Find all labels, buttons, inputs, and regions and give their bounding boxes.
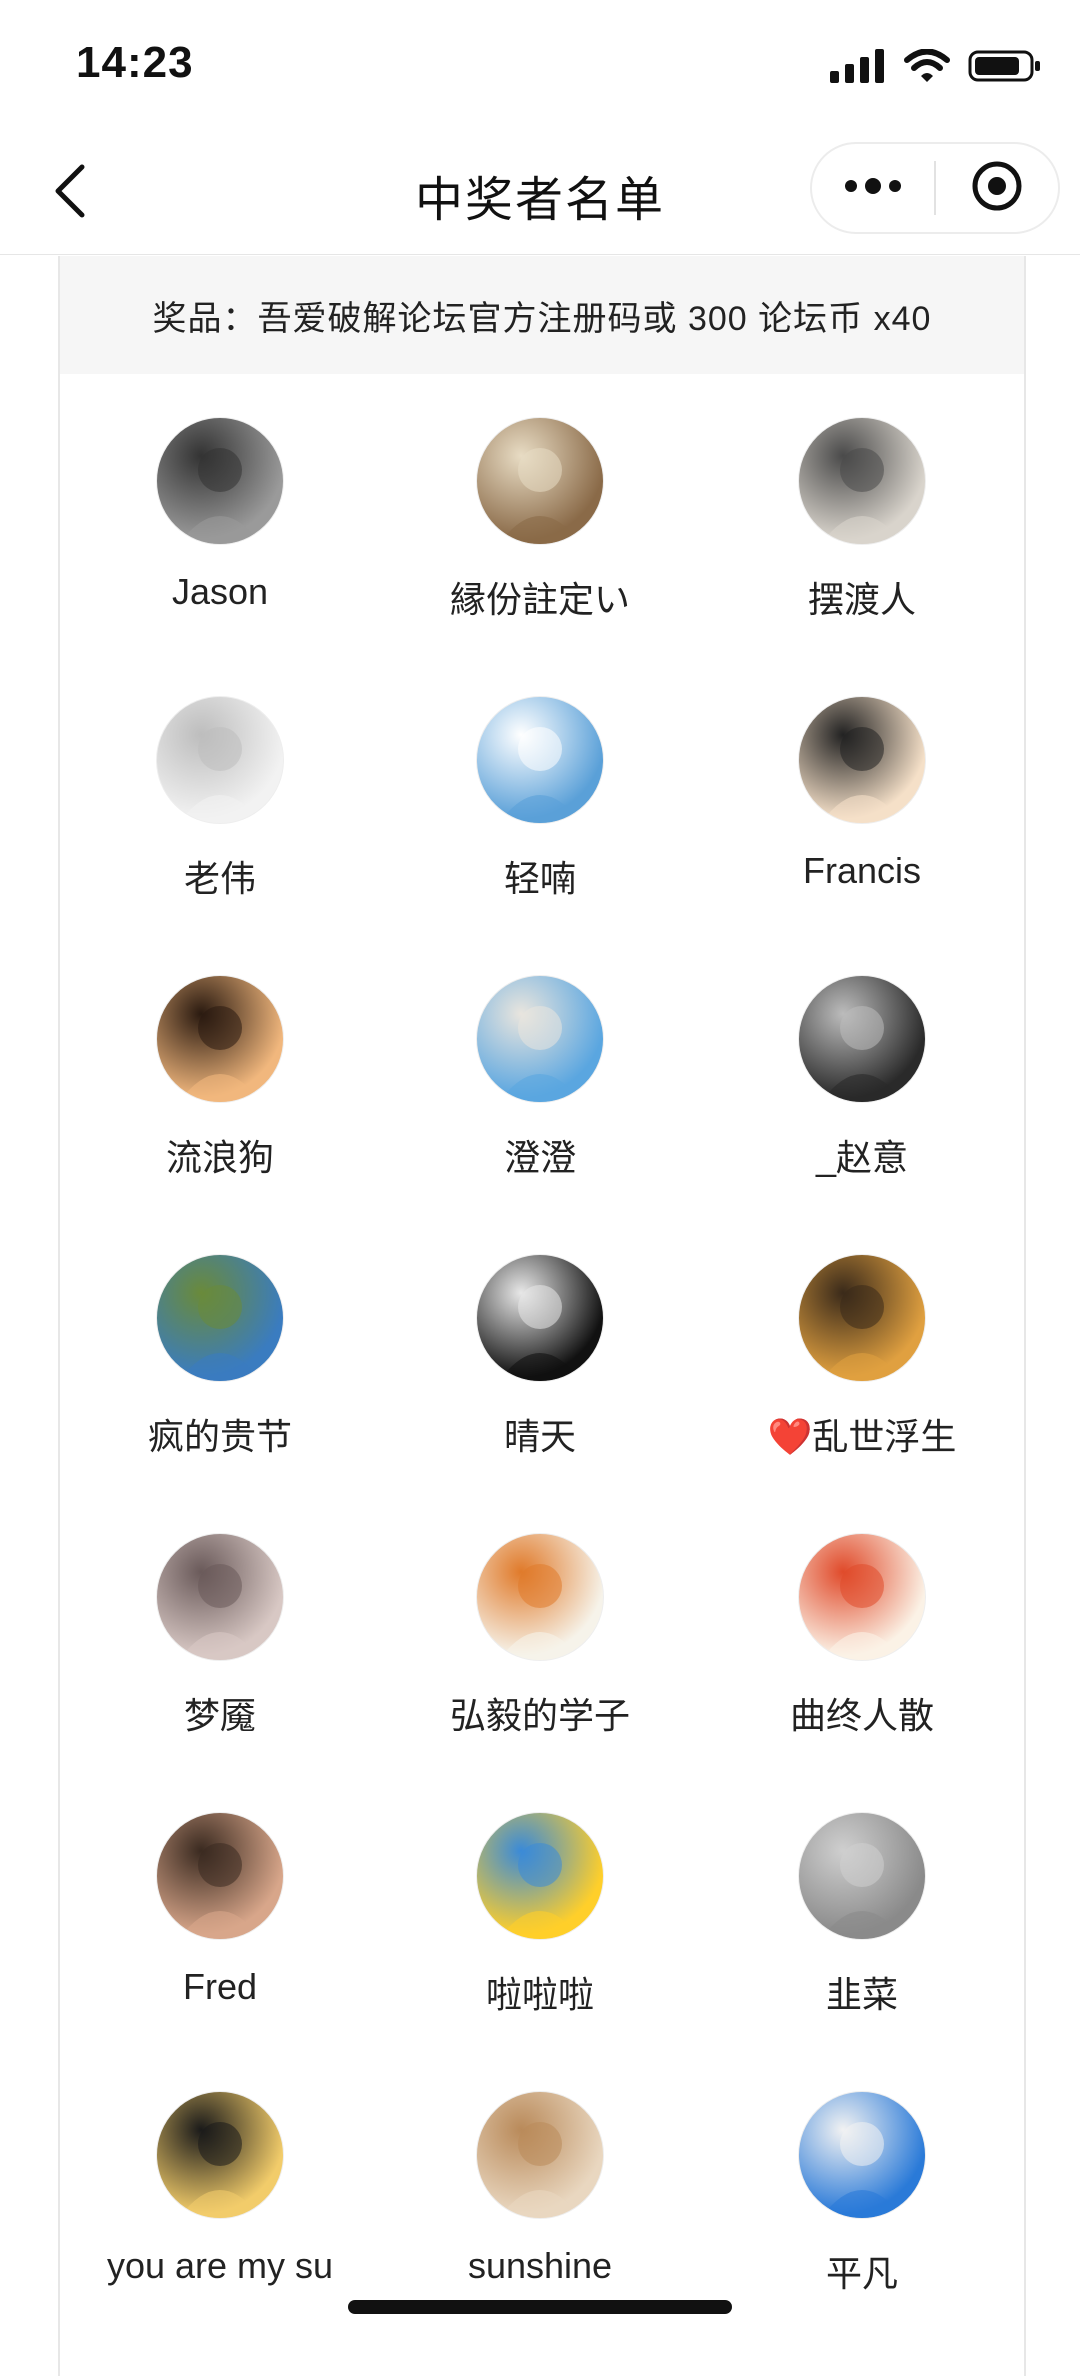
winner-name: 梦魇 [183, 1695, 256, 1736]
avatar [476, 1812, 604, 1940]
winner-name: Fred [182, 1966, 258, 2007]
winner-item[interactable]: 梦魇 [60, 1533, 380, 1739]
avatar [798, 696, 926, 824]
winner-name: 澄澄 [503, 1137, 576, 1178]
avatar [476, 2091, 604, 2219]
avatar [798, 417, 926, 545]
winner-item[interactable]: 啦啦啦 [380, 1812, 700, 2018]
winner-item[interactable]: sunshine [380, 2091, 700, 2287]
winner-item[interactable]: _赵意 [702, 975, 1022, 1181]
prize-banner: 奖品：吾爱破解论坛官方注册码或 300 论坛币 x40 [60, 256, 1024, 374]
winner-item[interactable]: ❤️乱世浮生 [702, 1254, 1022, 1460]
avatar [798, 1533, 926, 1661]
winner-name: 弘毅的学子 [449, 1695, 630, 1736]
avatar [156, 975, 284, 1103]
avatar [798, 2091, 926, 2219]
winner-name: _赵意 [815, 1137, 909, 1178]
avatar [156, 417, 284, 545]
avatar [156, 696, 284, 824]
avatar [476, 417, 604, 545]
miniprogram-capsule [810, 142, 1060, 234]
winner-name: 啦啦啦 [485, 1974, 594, 2015]
avatar [476, 1254, 604, 1382]
winner-name: 平凡 [825, 2253, 898, 2294]
close-miniprogram-button[interactable] [936, 144, 1058, 232]
winner-item[interactable]: Francis [702, 696, 1022, 892]
winner-item[interactable]: 摆渡人 [702, 417, 1022, 623]
winner-item[interactable]: 曲终人散 [702, 1533, 1022, 1739]
status-icons [830, 48, 1042, 88]
winner-item[interactable]: Fred [60, 1812, 380, 2008]
winner-item[interactable]: 縁份註定い [380, 417, 700, 623]
more-button[interactable] [812, 144, 934, 232]
winner-name: sunshine [467, 2245, 613, 2286]
home-indicator [348, 2300, 732, 2314]
winner-name: Francis [802, 850, 922, 891]
winner-name: 縁份註定い [449, 579, 630, 620]
avatar [156, 1812, 284, 1940]
winner-item[interactable]: 老伟 [60, 696, 380, 902]
more-dots-icon [843, 176, 903, 201]
winner-item[interactable]: 弘毅的学子 [380, 1533, 700, 1739]
signal-icon [830, 48, 886, 88]
winner-name: ❤️乱世浮生 [767, 1416, 957, 1457]
avatar [476, 696, 604, 824]
status-bar: 14:23 [0, 0, 1080, 130]
winner-list-card: 奖品：吾爱破解论坛官方注册码或 300 论坛币 x40 Jason 縁份註定い 摆渡… [58, 256, 1026, 2376]
avatar [476, 1533, 604, 1661]
winner-name: 老伟 [183, 858, 256, 899]
nav-bar: 中奖者名单 [0, 130, 1080, 255]
avatar [798, 975, 926, 1103]
avatar [476, 975, 604, 1103]
winner-item[interactable]: 澄澄 [380, 975, 700, 1181]
winner-name: 轻喃 [503, 858, 576, 899]
avatar [156, 1254, 284, 1382]
winner-item[interactable]: 平凡 [702, 2091, 1022, 2297]
winner-item[interactable]: 轻喃 [380, 696, 700, 902]
winner-item[interactable]: 疯的贵节 [60, 1254, 380, 1460]
battery-icon [968, 49, 1042, 88]
status-time: 14:23 [76, 38, 194, 87]
winner-name: 疯的贵节 [147, 1416, 292, 1457]
avatar [798, 1254, 926, 1382]
avatar [156, 1533, 284, 1661]
winner-item[interactable]: you are my su [60, 2091, 380, 2287]
winner-item[interactable]: 流浪狗 [60, 975, 380, 1181]
winner-item[interactable]: Jason [60, 417, 380, 613]
avatar [798, 1812, 926, 1940]
winner-name: you are my su [106, 2245, 334, 2286]
avatar [156, 2091, 284, 2219]
winner-name: 曲终人散 [789, 1695, 934, 1736]
winner-name: Jason [171, 571, 269, 612]
winner-name: 韭菜 [825, 1974, 898, 2015]
target-circle-icon [971, 160, 1023, 217]
winner-item[interactable]: 晴天 [380, 1254, 700, 1460]
wifi-icon [904, 48, 950, 88]
winner-name: 流浪狗 [165, 1137, 274, 1178]
winner-name: 摆渡人 [807, 579, 916, 620]
winner-item[interactable]: 韭菜 [702, 1812, 1022, 2018]
winner-name: 晴天 [503, 1416, 576, 1457]
